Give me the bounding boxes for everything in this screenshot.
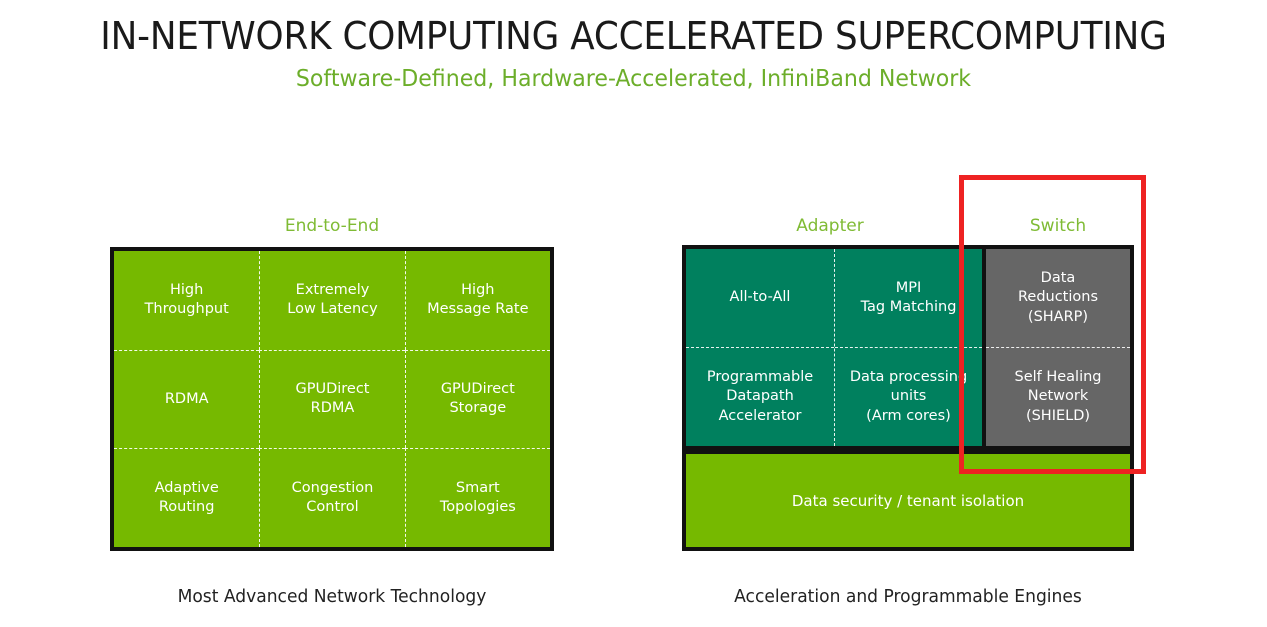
engine-line-1: Data processing: [849, 368, 968, 385]
feature-cell-gpudirect-storage: GPUDirect Storage: [404, 349, 550, 449]
feature-line-1: Adaptive: [154, 479, 219, 496]
switch-column: Data Reductions (SHARP) Self Healing Net…: [986, 249, 1130, 446]
feature-line-2: Topologies: [439, 499, 516, 516]
engine-line-2: units: [890, 388, 927, 405]
feature-line-2: Low Latency: [287, 301, 378, 318]
engine-cell-all-to-all: All-to-All: [686, 249, 834, 347]
page-title: IN-NETWORK COMPUTING ACCELERATED SUPERCO…: [100, 14, 1167, 58]
feature-line-1: High: [170, 281, 204, 298]
engine-line-1: Data: [1040, 269, 1076, 286]
end-to-end-feature-grid: High Throughput Extremely Low Latency Hi…: [110, 247, 554, 551]
feature-line-2: Throughput: [144, 301, 229, 318]
feature-cell-extremely-low-latency: Extremely Low Latency: [259, 251, 404, 350]
engine-line-3: Accelerator: [718, 407, 802, 424]
engines-footer-bar-label: Data security / tenant isolation: [791, 491, 1025, 510]
adapter-column-2: MPI Tag Matching Data processing units (…: [834, 249, 982, 446]
feature-line-2: Message Rate: [427, 301, 529, 318]
engine-line-2: Datapath: [726, 388, 794, 405]
left-panel-caption: Most Advanced Network Technology: [177, 586, 487, 607]
engine-line-1: Programmable: [706, 368, 814, 385]
feature-line-1: High: [461, 281, 495, 298]
feature-line-2: Storage: [449, 400, 507, 417]
feature-cell-rdma: RDMA: [114, 349, 260, 449]
engine-cell-mpi-tag-matching: MPI Tag Matching: [835, 249, 982, 347]
right-panel-header-adapter: Adapter: [796, 216, 864, 236]
engine-line-2: Tag Matching: [860, 299, 957, 315]
adapter-column-1: All-to-All Programmable Datapath Acceler…: [686, 249, 834, 446]
feature-cell-smart-topologies: Smart Topologies: [404, 448, 550, 547]
engine-line-3: (SHIELD): [1025, 407, 1091, 424]
engines-footer-bar: Data security / tenant isolation: [682, 450, 1134, 551]
engine-cell-data-reductions-sharp: Data Reductions (SHARP): [986, 249, 1130, 347]
right-panel-caption: Acceleration and Programmable Engines: [734, 586, 1082, 607]
engine-cell-programmable-datapath-accelerator: Programmable Datapath Accelerator: [686, 347, 834, 446]
engine-cell-self-healing-network-shield: Self Healing Network (SHIELD): [986, 347, 1130, 446]
engine-line-1: Self Healing: [1014, 368, 1102, 385]
feature-cell-adaptive-routing: Adaptive Routing: [114, 448, 260, 547]
engine-cell-data-processing-units: Data processing units (Arm cores): [835, 347, 982, 446]
feature-line-1: Congestion: [291, 479, 374, 496]
engine-line-3: (SHARP): [1027, 308, 1089, 325]
right-panel-header-switch: Switch: [1029, 216, 1087, 236]
engine-line-2: Network: [1027, 388, 1089, 405]
engine-line-2: Reductions: [1017, 289, 1099, 306]
engines-upper-block: All-to-All Programmable Datapath Acceler…: [682, 245, 1134, 450]
engine-line-3: (Arm cores): [866, 407, 951, 424]
feature-cell-high-message-rate: High Message Rate: [404, 251, 550, 350]
feature-line-1: Smart: [455, 479, 500, 496]
left-panel-header: End-to-End: [284, 216, 380, 236]
feature-line-1: GPUDirect: [295, 380, 370, 397]
feature-cell-gpudirect-rdma: GPUDirect RDMA: [259, 349, 405, 449]
feature-line-2: Control: [306, 499, 359, 516]
acceleration-engines-diagram: All-to-All Programmable Datapath Acceler…: [682, 245, 1134, 551]
feature-cell-high-throughput: High Throughput: [114, 251, 259, 350]
feature-line-1: Extremely: [295, 281, 370, 298]
feature-line-2: Routing: [158, 499, 215, 516]
feature-line-1: GPUDirect: [440, 380, 515, 397]
engine-line-1: MPI: [895, 279, 922, 296]
feature-line-1: RDMA: [164, 390, 209, 407]
feature-line-2: RDMA: [310, 400, 355, 417]
feature-cell-congestion-control: Congestion Control: [259, 448, 405, 547]
engine-line-1: All-to-All: [729, 289, 791, 306]
page-subtitle: Software-Defined, Hardware-Accelerated, …: [295, 66, 972, 92]
